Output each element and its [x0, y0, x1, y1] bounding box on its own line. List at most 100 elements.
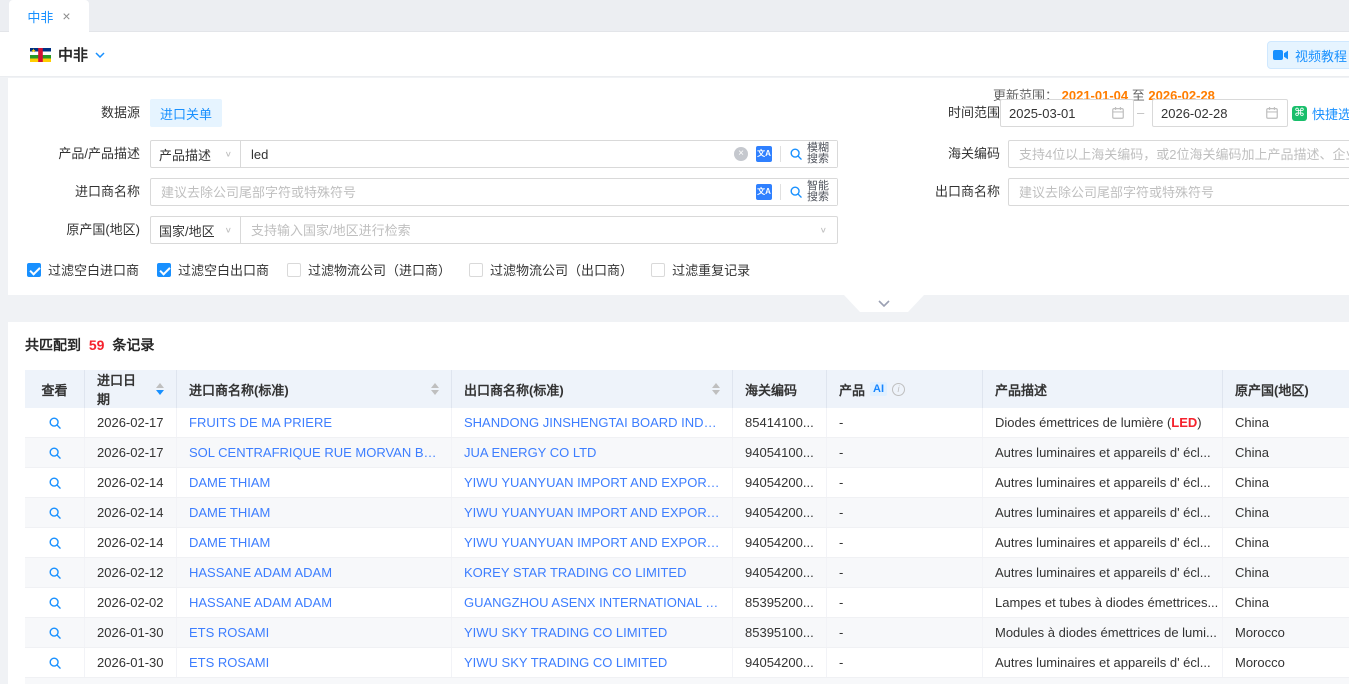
product-type-select[interactable]: 产品描述 ∨	[151, 141, 241, 167]
view-record-button[interactable]	[48, 536, 62, 550]
summary-suffix: 条记录	[112, 337, 154, 353]
cell-import-date: 2026-02-12	[85, 558, 177, 587]
importer-link[interactable]: DAME THIAM	[189, 475, 270, 490]
sort-exporter[interactable]	[712, 383, 720, 395]
exporter-link[interactable]: GUANGZHOU ASENX INTERNATIONAL CO ...	[464, 595, 720, 610]
importer-link[interactable]: DAME THIAM	[189, 505, 270, 520]
time-range-label: 时间范围	[888, 99, 1000, 127]
sort-asc-icon	[156, 383, 164, 388]
translate-icon[interactable]: 文A	[756, 184, 772, 200]
column-view: 查看	[25, 370, 85, 408]
filter-checkbox[interactable]: 过滤重复记录	[651, 260, 750, 279]
cell-product-desc: Autres luminaires et appareils d' écl...	[983, 648, 1223, 677]
cell-product-ai: -	[827, 438, 983, 467]
date-to-input[interactable]: 2026-02-28	[1152, 99, 1288, 127]
table-row: 2026-02-17 SOL CENTRAFRIQUE RUE MORVAN B…	[25, 438, 1349, 468]
importer-link[interactable]: HASSANE ADAM ADAM	[189, 595, 332, 610]
date-from-input[interactable]: 2025-03-01	[1000, 99, 1134, 127]
view-record-button[interactable]	[48, 446, 62, 460]
video-tutorial-label: 视频教程	[1295, 46, 1347, 65]
sort-importer[interactable]	[431, 383, 439, 395]
exporter-link[interactable]: KOREY STAR TRADING CO LIMITED	[464, 565, 686, 580]
view-record-button[interactable]	[48, 476, 62, 490]
fuzzy-search-button[interactable]: 模糊 搜索	[781, 141, 837, 167]
checkbox-label: 过滤空白出口商	[178, 260, 269, 279]
filter-checkbox[interactable]: 过滤空白进口商	[27, 260, 139, 279]
table-row: 2026-02-14 DAME THIAM YIWU YUANYUAN IMPO…	[25, 528, 1349, 558]
filter-checkbox[interactable]: 过滤物流公司（进口商）	[287, 260, 451, 279]
video-tutorial-button[interactable]: 视频教程	[1267, 41, 1349, 69]
exporter-link[interactable]: YIWU SKY TRADING CO LIMITED	[464, 655, 667, 670]
info-icon[interactable]: i	[892, 383, 905, 396]
country-selector[interactable]: 中非	[30, 44, 105, 65]
checkbox-icon[interactable]	[27, 263, 41, 277]
summary-prefix: 共匹配到	[25, 337, 81, 353]
cell-origin: China	[1223, 468, 1349, 497]
cell-product-ai: -	[827, 588, 983, 617]
tab-title: 中非	[27, 7, 53, 26]
calendar-icon	[1265, 106, 1279, 120]
tab-close-icon[interactable]: ×	[62, 9, 70, 23]
importer-link[interactable]: ETS ROSAMI	[189, 655, 269, 670]
origin-type-select[interactable]: 国家/地区 ∨	[151, 217, 241, 243]
view-record-button[interactable]	[48, 566, 62, 580]
view-record-button[interactable]	[48, 416, 62, 430]
translate-icon[interactable]: 文A	[756, 146, 772, 162]
exporter-link[interactable]: YIWU YUANYUAN IMPORT AND EXPORT C...	[464, 505, 720, 520]
column-importer: 进口商名称(标准)	[177, 370, 452, 408]
quick-select-button[interactable]: ⌘ 快捷选择	[1292, 99, 1349, 127]
checkbox-icon[interactable]	[287, 263, 301, 277]
importer-link[interactable]: FRUITS DE MA PRIERE	[189, 415, 332, 430]
importer-link[interactable]: ETS ROSAMI	[189, 625, 269, 640]
view-record-button[interactable]	[48, 626, 62, 640]
importer-link[interactable]: SOL CENTRAFRIQUE RUE MORVAN BAT OF...	[189, 445, 439, 460]
product-search-input[interactable]	[241, 141, 734, 167]
exporter-label: 出口商名称	[888, 178, 1000, 206]
tab-zhongfei[interactable]: 中非 ×	[9, 0, 89, 32]
magnifier-icon	[48, 506, 62, 520]
cell-import-date: 2026-02-14	[85, 468, 177, 497]
magnifier-icon	[48, 446, 62, 460]
hs-code-input-wrap	[1008, 140, 1349, 168]
cell-origin: China	[1223, 528, 1349, 557]
exporter-link[interactable]: YIWU YUANYUAN IMPORT AND EXPORT C...	[464, 475, 720, 490]
table-row-partial	[25, 678, 1349, 684]
view-record-button[interactable]	[48, 596, 62, 610]
exporter-link[interactable]: JUA ENERGY CO LTD	[464, 445, 596, 460]
origin-search-input[interactable]	[241, 217, 820, 243]
cell-hs-code: 85395100...	[733, 618, 827, 647]
filter-checkbox[interactable]: 过滤物流公司（出口商）	[469, 260, 633, 279]
video-camera-icon	[1273, 49, 1289, 61]
magnifier-icon	[48, 596, 62, 610]
view-record-button[interactable]	[48, 656, 62, 670]
ai-badge: AI	[870, 382, 887, 396]
view-record-button[interactable]	[48, 506, 62, 520]
chevron-down-icon: ∨	[225, 150, 232, 159]
checkbox-icon[interactable]	[651, 263, 665, 277]
hs-code-input[interactable]	[1009, 141, 1349, 167]
checkbox-icon[interactable]	[157, 263, 171, 277]
chevron-down-icon: ∨	[820, 226, 827, 235]
exporter-link[interactable]: YIWU YUANYUAN IMPORT AND EXPORT C...	[464, 535, 720, 550]
table-row: 2026-02-02 HASSANE ADAM ADAM GUANGZHOU A…	[25, 588, 1349, 618]
cell-product-desc: Autres luminaires et appareils d' écl...	[983, 498, 1223, 527]
datasource-value-button[interactable]: 进口关单	[150, 99, 222, 127]
smart-search-button[interactable]: 智能 搜索	[781, 179, 837, 205]
importer-input[interactable]	[151, 179, 756, 205]
checkbox-icon[interactable]	[469, 263, 483, 277]
cell-import-date: 2026-01-30	[85, 618, 177, 647]
filter-checkbox[interactable]: 过滤空白出口商	[157, 260, 269, 279]
cell-import-date: 2026-02-17	[85, 438, 177, 467]
collapse-filters-handle[interactable]	[844, 295, 924, 312]
product-input-group: 产品描述 ∨ × 文A 模糊 搜索	[150, 140, 838, 168]
importer-link[interactable]: HASSANE ADAM ADAM	[189, 565, 332, 580]
sort-import-date[interactable]	[156, 383, 164, 395]
date-from-value: 2025-03-01	[1009, 106, 1076, 121]
hs-code-label: 海关编码	[888, 140, 1000, 168]
exporter-link[interactable]: YIWU SKY TRADING CO LIMITED	[464, 625, 667, 640]
exporter-input[interactable]	[1009, 179, 1349, 205]
clear-input-icon[interactable]: ×	[734, 147, 748, 161]
results-panel: 共匹配到 59 条记录 查看 进口日期 进口商名称(标准) 出口商名称	[8, 322, 1349, 684]
importer-link[interactable]: DAME THIAM	[189, 535, 270, 550]
exporter-link[interactable]: SHANDONG JINSHENGTAI BOARD INDUST...	[464, 415, 720, 430]
